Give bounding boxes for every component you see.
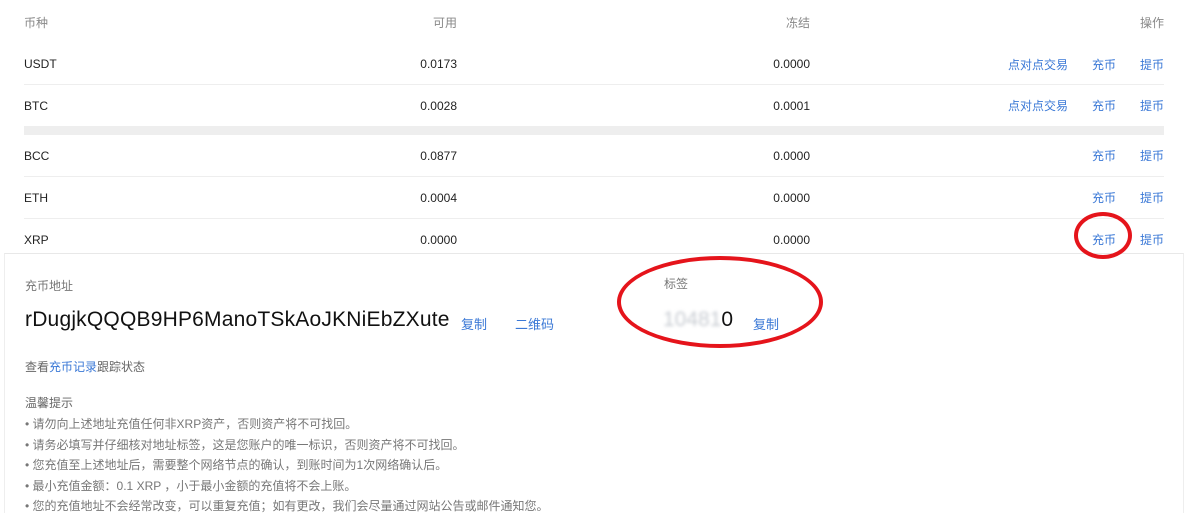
- header-currency: 币种: [24, 15, 49, 30]
- available-value: 0.0877: [420, 148, 457, 163]
- frozen-value: 0.0000: [773, 190, 810, 205]
- header-actions: 操作: [1139, 15, 1164, 30]
- deposit-link[interactable]: 充币: [1092, 56, 1116, 73]
- row-actions: 充币 提币: [1068, 177, 1164, 218]
- header-frozen: 冻结: [785, 15, 810, 30]
- available-value: 0.0173: [420, 57, 457, 71]
- header-available: 可用: [432, 15, 457, 30]
- withdraw-link[interactable]: 提币: [1140, 147, 1164, 164]
- tag-prefix: 104: [663, 308, 699, 331]
- deposit-trace-text: 查看充币记录跟踪状态: [25, 358, 145, 375]
- tips-list: 请勿向上述地址充值任何非XRP资产，否则资产将不可找回。 请务必填写并仔细核对地…: [25, 414, 549, 517]
- tag-blurred: 81: [698, 308, 722, 331]
- currency-name: ETH: [24, 190, 48, 205]
- currency-name: BTC: [24, 98, 48, 113]
- trace-prefix: 查看: [25, 360, 50, 374]
- withdraw-link[interactable]: 提币: [1140, 189, 1164, 206]
- trace-suffix: 跟踪状态: [97, 360, 146, 374]
- address-label: 充币地址: [25, 279, 74, 293]
- frozen-value: 0.0000: [773, 57, 810, 71]
- withdraw-link[interactable]: 提币: [1140, 231, 1164, 248]
- deposit-address: rDugjkQQQB9HP6ManoTSkAoJKNiEbZXute: [25, 308, 450, 331]
- table-row: BCC 0.0877 0.0000 充币 提币: [24, 135, 1164, 177]
- table-row: ETH 0.0004 0.0000 充币 提币: [24, 177, 1164, 219]
- currency-name: USDT: [24, 57, 57, 71]
- frozen-value: 0.0001: [773, 98, 810, 113]
- deposit-records-link[interactable]: 充币记录: [49, 360, 97, 374]
- tag-value: 104810: [663, 308, 733, 332]
- tip-item: 您充值至上述地址后，需要整个网络节点的确认，到账时间为1次网络确认后。: [25, 455, 549, 476]
- asset-table: 币种 可用 冻结 操作 USDT 0.0173 0.0000 点对点交易 充币 …: [24, 0, 1164, 260]
- tag-label: 标签: [664, 277, 689, 291]
- deposit-link[interactable]: 充币: [1092, 231, 1116, 248]
- tips-title: 温馨提示: [25, 396, 74, 410]
- deposit-panel: 充币地址 rDugjkQQQB9HP6ManoTSkAoJKNiEbZXute …: [4, 253, 1184, 513]
- deposit-link[interactable]: 充币: [1092, 147, 1116, 164]
- p2p-trade-link[interactable]: 点对点交易: [1008, 56, 1068, 73]
- row-actions: 点对点交易 充币 提币: [984, 44, 1164, 84]
- section-divider: [24, 126, 1164, 135]
- p2p-trade-link[interactable]: 点对点交易: [1008, 97, 1068, 114]
- qrcode-button[interactable]: 二维码: [515, 314, 554, 333]
- currency-name: BCC: [24, 148, 50, 163]
- row-actions: 点对点交易 充币 提币: [984, 85, 1164, 126]
- tip-item: 请务必填写并仔细核对地址标签，这是您账户的唯一标识，否则资产将不可找回。: [25, 435, 549, 456]
- tip-item: 您的充值地址不会经常改变，可以重复充值；如有更改，我们会尽量通过网站公告或邮件通…: [25, 496, 549, 517]
- deposit-link[interactable]: 充币: [1092, 97, 1116, 114]
- row-actions: 充币 提币: [1068, 135, 1164, 176]
- table-header: 币种 可用 冻结 操作: [24, 0, 1164, 44]
- tip-item: 请勿向上述地址充值任何非XRP资产，否则资产将不可找回。: [25, 414, 549, 435]
- table-row: USDT 0.0173 0.0000 点对点交易 充币 提币: [24, 44, 1164, 85]
- withdraw-link[interactable]: 提币: [1140, 97, 1164, 114]
- copy-address-button[interactable]: 复制: [461, 314, 487, 333]
- copy-tag-button[interactable]: 复制: [753, 314, 779, 333]
- table-row: BTC 0.0028 0.0001 点对点交易 充币 提币: [24, 85, 1164, 126]
- withdraw-link[interactable]: 提币: [1140, 56, 1164, 73]
- frozen-value: 0.0000: [773, 148, 810, 163]
- deposit-link[interactable]: 充币: [1092, 189, 1116, 206]
- available-value: 0.0028: [420, 98, 457, 113]
- available-value: 0.0004: [420, 190, 457, 205]
- tag-suffix: 0: [721, 308, 734, 331]
- tip-item: 最小充值金额：0.1 XRP ，小于最小金额的充值将不会上账。: [25, 476, 549, 497]
